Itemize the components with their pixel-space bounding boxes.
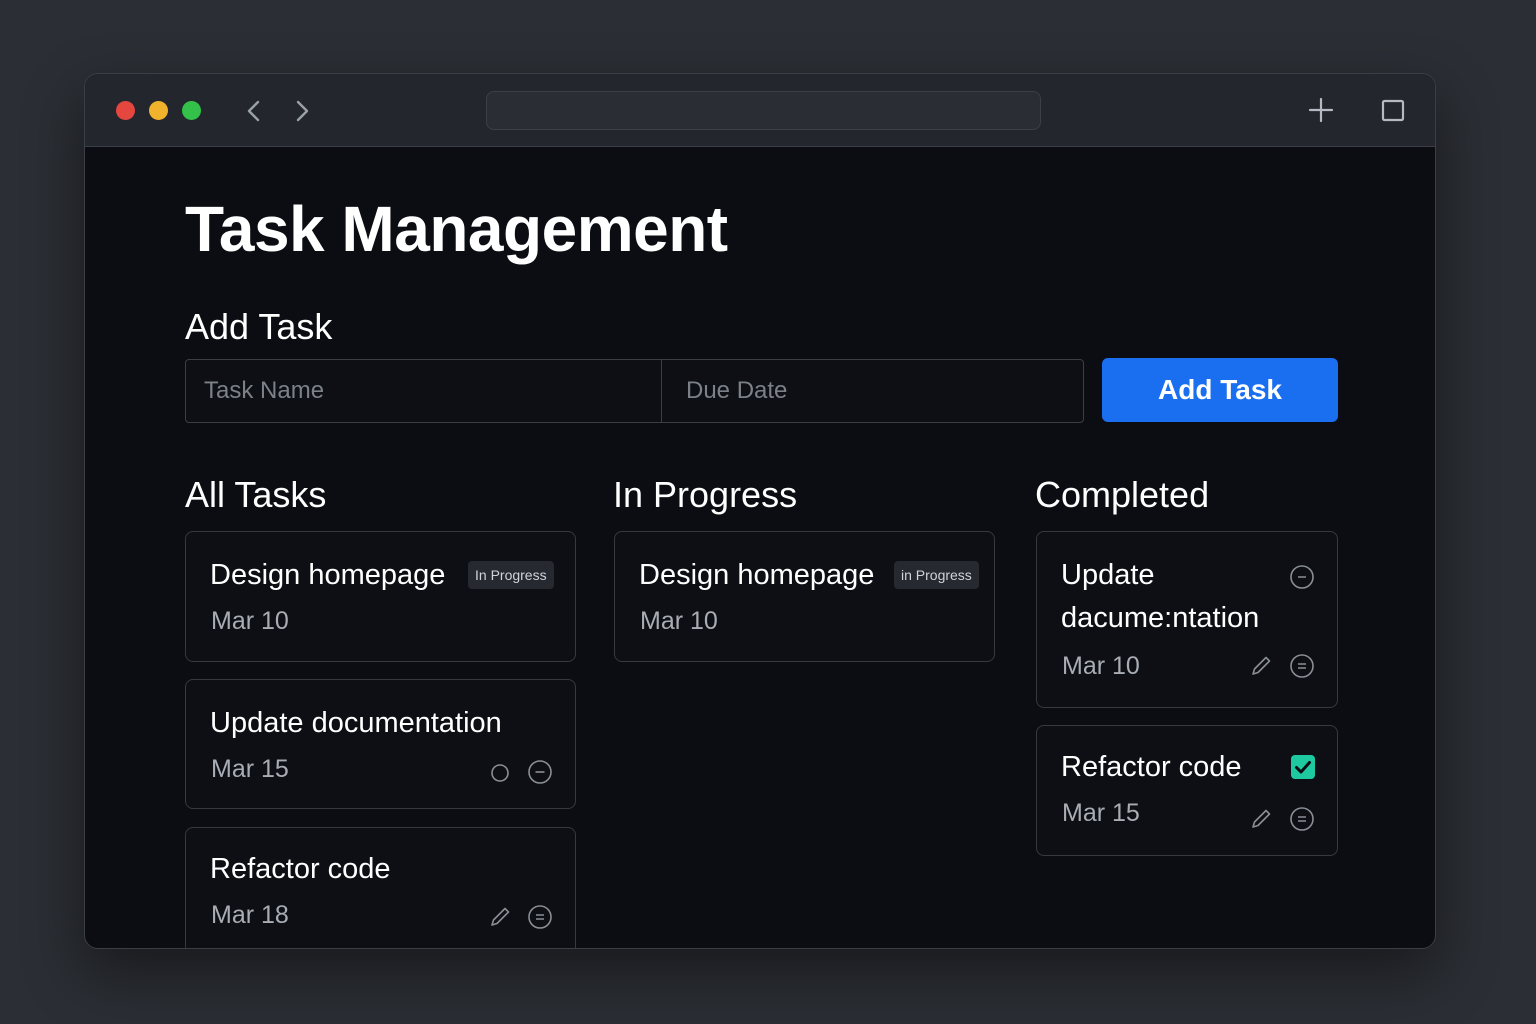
column-heading-all-tasks: All Tasks [185, 474, 327, 515]
checkbox-checked-icon[interactable] [1291, 755, 1315, 779]
address-bar[interactable] [486, 91, 1041, 130]
browser-titlebar [85, 74, 1435, 147]
due-date-input[interactable] [662, 360, 1083, 422]
task-title: Design homepage [639, 559, 875, 591]
task-due-date: Mar 10 [1062, 652, 1140, 680]
column-heading-completed: Completed [1035, 474, 1210, 515]
status-badge: In Progress [468, 561, 554, 589]
pencil-icon[interactable] [1248, 806, 1274, 832]
forward-arrow-icon[interactable] [287, 96, 317, 126]
task-due-date: Mar 10 [211, 607, 289, 635]
tab-overview-icon[interactable] [1378, 95, 1408, 125]
pencil-icon[interactable] [487, 904, 513, 930]
page-title: Task Management [185, 193, 728, 265]
new-tab-plus-icon[interactable] [1306, 95, 1336, 125]
task-title-line-2: dacume:ntation [1061, 602, 1260, 634]
minus-circle-icon[interactable] [527, 759, 553, 785]
task-due-date: Mar 18 [211, 901, 289, 929]
maximize-window-button[interactable] [182, 101, 201, 120]
minimize-window-button[interactable] [149, 101, 168, 120]
column-heading-in-progress: In Progress [613, 474, 798, 515]
close-window-button[interactable] [116, 101, 135, 120]
equals-circle-icon[interactable] [1289, 806, 1315, 832]
add-task-heading: Add Task [185, 306, 333, 347]
task-title: Design homepage [210, 559, 446, 591]
task-due-date: Mar 15 [211, 755, 289, 783]
add-task-button[interactable]: Add Task [1102, 358, 1338, 422]
task-card[interactable]: Update dacume:ntation Mar 10 [1036, 531, 1338, 708]
equals-circle-icon[interactable] [527, 904, 553, 930]
task-due-date: Mar 10 [640, 607, 718, 635]
browser-window: Task Management Add Task Add Task All Ta… [84, 73, 1436, 949]
task-card[interactable]: Update documentation Mar 15 [185, 679, 576, 809]
task-title: Refactor code [210, 853, 391, 885]
equals-circle-icon[interactable] [1289, 653, 1315, 679]
task-name-input[interactable] [186, 360, 662, 422]
task-title: Refactor code [1061, 751, 1242, 783]
task-card[interactable]: Design homepage in Progress Mar 10 [614, 531, 995, 662]
pencil-icon[interactable] [1248, 653, 1274, 679]
task-title: Update documentation [210, 707, 502, 739]
back-arrow-icon[interactable] [239, 96, 269, 126]
task-card[interactable]: Refactor code Mar 15 [1036, 725, 1338, 856]
checkmark-icon [1295, 761, 1311, 774]
task-title-line-1: Update [1061, 559, 1155, 591]
task-card[interactable]: Design homepage In Progress Mar 10 [185, 531, 576, 662]
task-due-date: Mar 15 [1062, 799, 1140, 827]
task-card[interactable]: Refactor code Mar 18 [185, 827, 576, 948]
circle-icon[interactable] [487, 760, 513, 786]
status-badge: in Progress [894, 561, 979, 589]
add-task-form [185, 359, 1084, 423]
minus-circle-icon[interactable] [1289, 564, 1315, 590]
